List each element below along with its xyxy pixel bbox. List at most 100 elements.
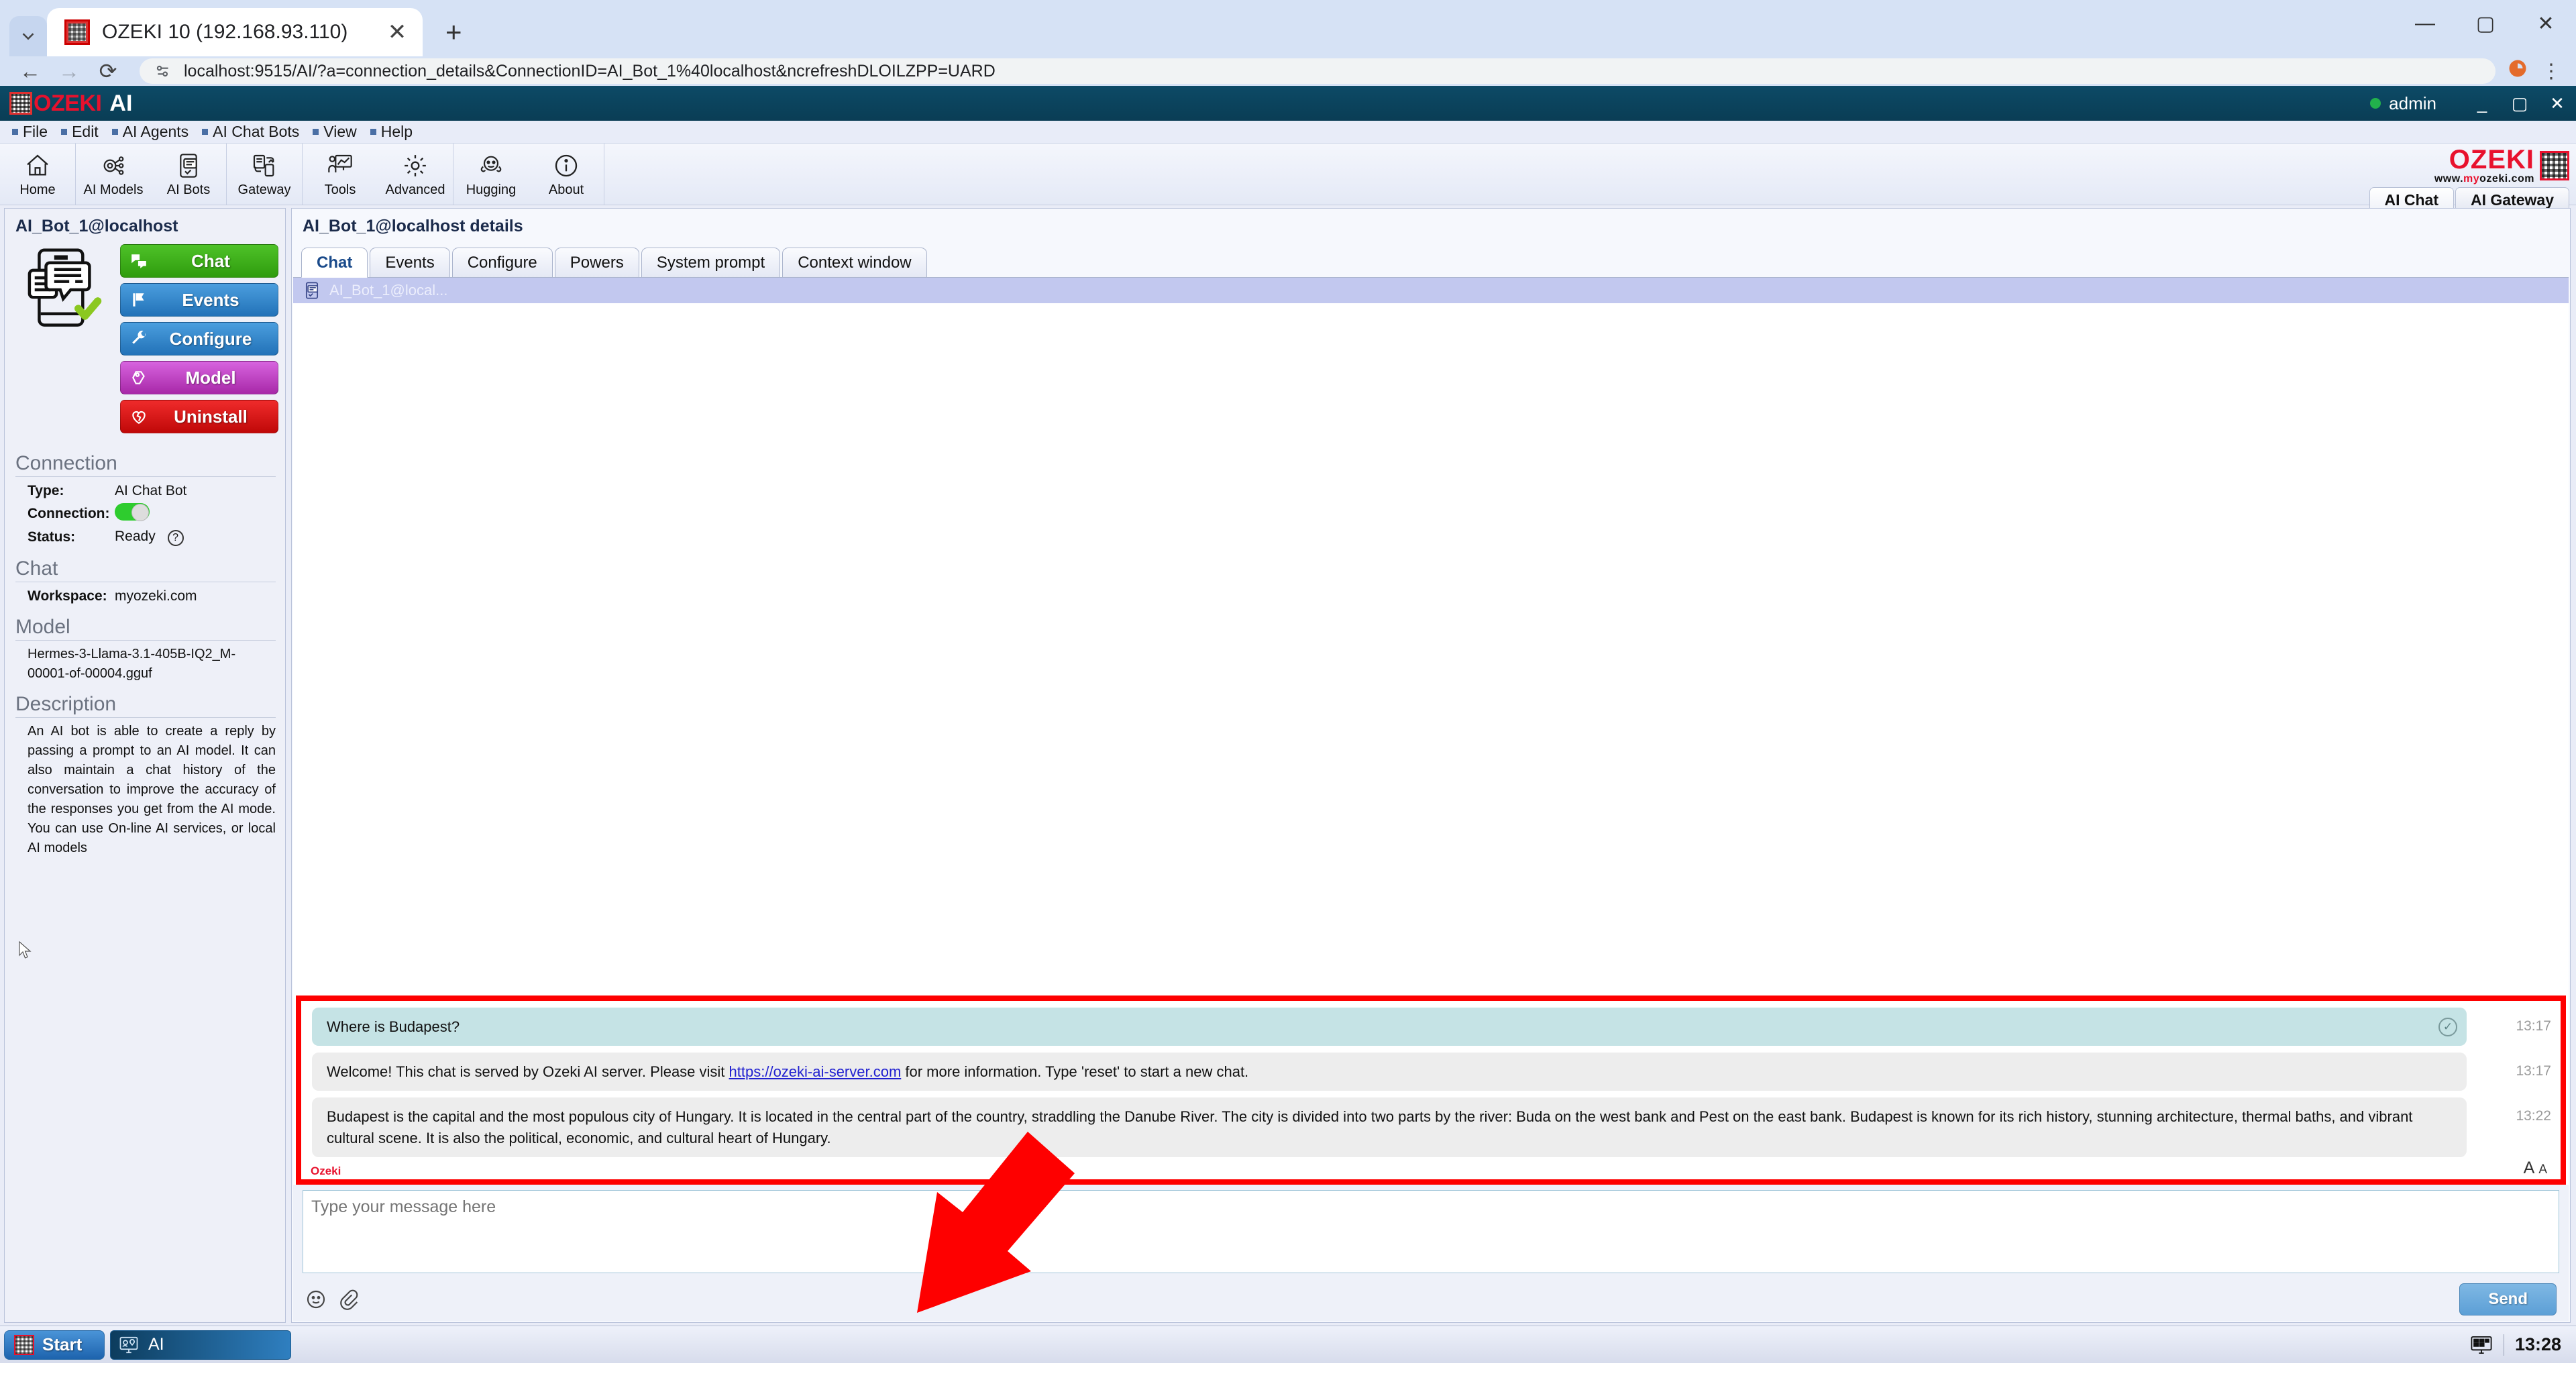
ribbon-gateway-button[interactable]: Gateway xyxy=(227,144,302,205)
ribbon-ai-models-button[interactable]: AI Models xyxy=(76,144,151,205)
ribbon-hugging-button[interactable]: Hugging xyxy=(453,144,529,205)
details-sidebar: AI_Bot_1@localhost Chat Events Configure… xyxy=(4,208,286,1323)
highlight-rectangle: Where is Budapest? ✓ 13:17 Welcome! This… xyxy=(296,996,2566,1185)
model-button[interactable]: Model xyxy=(120,361,278,394)
ozeki-app-window: OZEKI AI admin _ ▢ ✕ File Edit AI Agents… xyxy=(0,86,2576,1363)
ribbon-ai-models-label: AI Models xyxy=(83,182,144,197)
tab-events[interactable]: Events xyxy=(370,248,450,278)
taskbar-item-ai[interactable]: AI xyxy=(110,1330,291,1360)
bullet-icon xyxy=(111,129,118,135)
browser-close-button[interactable]: ✕ xyxy=(2516,0,2576,47)
configure-button[interactable]: Configure xyxy=(120,322,278,356)
details-main-panel: AI_Bot_1@localhost details Chat Events C… xyxy=(291,208,2571,1323)
ozeki-brand-logo: OZEKI www.myozeki.com xyxy=(2434,144,2569,185)
connection-toggle-label: Connection: xyxy=(28,506,110,521)
menu-edit[interactable]: Edit xyxy=(58,123,109,141)
bullet-icon xyxy=(12,129,18,135)
font-size-control[interactable]: AA xyxy=(2524,1159,2551,1178)
message-timestamp: 13:17 xyxy=(2516,1063,2551,1079)
events-button[interactable]: Events xyxy=(120,283,278,317)
site-settings-icon[interactable] xyxy=(154,62,172,80)
gateway-icon xyxy=(251,151,278,180)
chatbot-illustration-icon xyxy=(11,243,112,337)
connection-status-value: Ready xyxy=(115,529,156,544)
browser-minimize-button[interactable]: — xyxy=(2395,0,2455,47)
paperclip-icon[interactable] xyxy=(337,1289,359,1310)
description-text: An AI bot is able to create a reply by p… xyxy=(28,724,276,855)
font-size-small-label[interactable]: A xyxy=(2538,1163,2551,1177)
reload-icon[interactable]: ⟳ xyxy=(89,56,127,86)
chat-button-label: Chat xyxy=(191,250,230,271)
ozeki-ai-server-link[interactable]: https://ozeki-ai-server.com xyxy=(729,1063,902,1080)
forward-icon[interactable]: → xyxy=(50,56,89,86)
menu-help[interactable]: Help xyxy=(368,123,423,141)
back-icon[interactable]: ← xyxy=(11,56,50,86)
start-button[interactable]: Start xyxy=(4,1330,105,1360)
uninstall-button[interactable]: Uninstall xyxy=(120,400,278,433)
tab-configure[interactable]: Configure xyxy=(451,248,553,278)
browser-omnibar: ← → ⟳ localhost:9515/AI/?a=connection_de… xyxy=(0,56,2576,86)
message-text: Welcome! This chat is served by Ozeki AI… xyxy=(327,1063,1249,1081)
tab-list-chevron-icon[interactable] xyxy=(9,16,47,56)
message-bubble-incoming[interactable]: Budapest is the capital and the most pop… xyxy=(312,1097,2467,1157)
message-bubble-outgoing[interactable]: Where is Budapest? ✓ xyxy=(312,1008,2467,1046)
smiley-icon[interactable] xyxy=(305,1289,327,1310)
send-button[interactable]: Send xyxy=(2459,1283,2557,1315)
connection-type-label: Type: xyxy=(28,483,64,498)
brand-url-red: my xyxy=(2463,173,2480,184)
browser-maximize-button[interactable]: ▢ xyxy=(2455,0,2516,47)
display-tray-icon[interactable] xyxy=(2470,1335,2493,1355)
ribbon-group-home: Home xyxy=(0,144,76,205)
tab-chat[interactable]: Chat xyxy=(301,248,368,278)
connection-section: Connection Type: AI Chat Bot Connection:… xyxy=(5,443,285,548)
connection-toggle[interactable] xyxy=(115,503,150,521)
connection-status-row: Status: Ready ? xyxy=(15,527,276,548)
menu-view[interactable]: View xyxy=(310,123,367,141)
extensions-icon[interactable] xyxy=(2508,58,2528,84)
ozeki-maximize-button[interactable]: ▢ xyxy=(2501,86,2538,121)
tab-powers[interactable]: Powers xyxy=(554,248,639,278)
messages-area[interactable]: Where is Budapest? ✓ 13:17 Welcome! This… xyxy=(293,303,2569,1313)
admin-user-label[interactable]: admin xyxy=(2389,93,2436,114)
menu-ai-chat-bots[interactable]: AI Chat Bots xyxy=(199,123,310,141)
chat-button[interactable]: Chat xyxy=(120,244,278,278)
font-size-large-label[interactable]: A xyxy=(2524,1159,2539,1177)
model-button-label: Model xyxy=(185,367,236,388)
description-section: Description An AI bot is able to create … xyxy=(5,684,285,858)
chat-bubbles-icon xyxy=(131,254,146,268)
new-tab-button[interactable]: + xyxy=(445,16,462,48)
ribbon-about-button[interactable]: About xyxy=(529,144,604,205)
message-composer: Send xyxy=(293,1185,2569,1321)
message-bubble-incoming[interactable]: Welcome! This chat is served by Ozeki AI… xyxy=(312,1053,2467,1091)
taskbar-clock[interactable]: 13:28 xyxy=(2515,1334,2561,1355)
ribbon-advanced-button[interactable]: Advanced xyxy=(378,144,453,205)
conversation-header[interactable]: AI_Bot_1@local... xyxy=(293,278,2569,303)
conversation-bot-icon xyxy=(305,282,319,299)
message-row-outgoing: Where is Budapest? ✓ 13:17 xyxy=(312,1008,2551,1046)
page-title: AI_Bot_1@localhost details xyxy=(303,217,523,235)
ozeki-close-button[interactable]: ✕ xyxy=(2538,86,2576,121)
ribbon-home-button[interactable]: Home xyxy=(0,144,75,205)
browser-tab-title: OZEKI 10 (192.168.93.110) xyxy=(102,21,348,43)
tab-system-prompt[interactable]: System prompt xyxy=(641,248,781,278)
browser-tab[interactable]: OZEKI 10 (192.168.93.110) ✕ xyxy=(47,8,423,56)
browser-menu-icon[interactable]: ⋮ xyxy=(2541,60,2561,83)
ozeki-brand-word: OZEKI xyxy=(34,90,102,116)
message-input[interactable] xyxy=(303,1190,2559,1273)
menu-ai-agents[interactable]: AI Agents xyxy=(109,123,199,141)
ozeki-minimize-button[interactable]: _ xyxy=(2463,86,2501,121)
sidebar-title: AI_Bot_1@localhost xyxy=(15,217,178,235)
ribbon-group-tools: Tools Advanced xyxy=(303,144,453,205)
address-bar[interactable]: localhost:9515/AI/?a=connection_details&… xyxy=(140,58,2496,84)
tab-context-window[interactable]: Context window xyxy=(782,248,927,278)
ozeki-grid-logo-icon xyxy=(2540,151,2569,180)
browser-window-controls: — ▢ ✕ xyxy=(2395,0,2576,47)
ribbon-right-area: OZEKI www.myozeki.com AI Chat AI Gateway xyxy=(2369,144,2569,212)
close-tab-icon[interactable]: ✕ xyxy=(382,19,412,46)
bullet-icon xyxy=(370,129,376,135)
status-help-icon[interactable]: ? xyxy=(167,530,184,546)
ribbon-tools-button[interactable]: Tools xyxy=(303,144,378,205)
ribbon-ai-bots-button[interactable]: AI Bots xyxy=(151,144,226,205)
ozeki-ribbon: Home AI Models AI Bots Gateway Tools Adv… xyxy=(0,144,2576,212)
menu-file[interactable]: File xyxy=(9,123,58,141)
